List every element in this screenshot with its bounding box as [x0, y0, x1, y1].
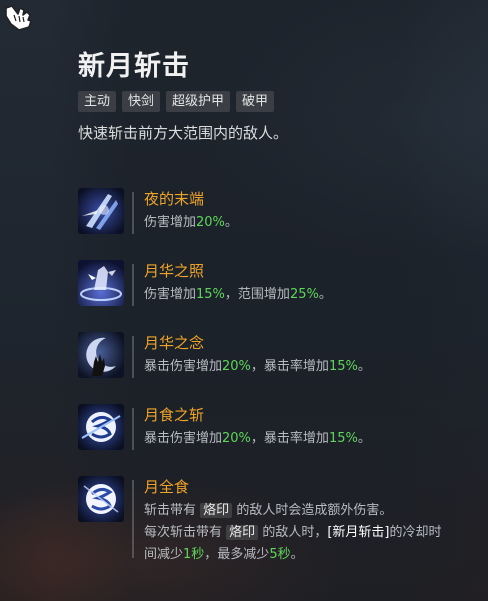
divider-line	[132, 264, 134, 306]
rune-name: 夜的末端	[144, 190, 205, 208]
tag-super-armor: 超级护甲	[166, 91, 231, 112]
divider-line	[132, 192, 134, 234]
night-end-icon	[78, 188, 124, 234]
skill-title: 新月斩击	[78, 51, 190, 82]
tag-active: 主动	[78, 91, 117, 112]
moonlight-shine-icon	[78, 260, 124, 306]
rune-effect: 伤害增加20%。	[144, 215, 238, 230]
rune-name: 月食之斩	[144, 406, 205, 424]
rune-effect: 暴击伤害增加20%，暴击率增加15%。	[144, 431, 371, 446]
total-eclipse-icon	[78, 476, 124, 522]
hand-pointer-icon	[5, 5, 32, 31]
eclipse-slash-icon	[78, 404, 124, 450]
skill-reference: [新月斩击]	[327, 525, 390, 540]
moonlight-thought-icon	[78, 332, 124, 378]
tag-fast-sword: 快剑	[122, 91, 161, 112]
rune-effect-line: 间减少1秒，最多减少5秒。	[144, 547, 304, 562]
divider-line	[132, 408, 134, 450]
skill-description: 快速斩击前方大范围内的敌人。	[78, 124, 289, 142]
keyword-brand: 烙印	[226, 525, 259, 540]
keyword-brand: 烙印	[200, 503, 233, 518]
rune-effect-line: 每次斩击带有 烙印 的敌人时，[新月斩击]的冷却时	[144, 525, 442, 540]
rune-name: 月华之照	[144, 262, 205, 280]
tag-armor-break: 破甲	[236, 91, 275, 112]
divider-line	[132, 336, 134, 378]
rune-name: 月华之念	[144, 334, 205, 352]
rune-name: 月全食	[144, 478, 190, 496]
rune-effect-line: 斩击带有 烙印 的敌人时会造成额外伤害。	[144, 503, 393, 518]
rune-effect: 伤害增加15%，范围增加25%。	[144, 287, 332, 302]
rune-effect: 暴击伤害增加20%，暴击率增加15%。	[144, 359, 371, 374]
rune-effect: 斩击带有 烙印 的敌人时会造成额外伤害。 每次斩击带有 烙印 的敌人时，[新月斩…	[144, 500, 442, 566]
divider-line	[132, 480, 134, 558]
skill-tags: 主动 快剑 超级护甲 破甲	[78, 91, 275, 112]
